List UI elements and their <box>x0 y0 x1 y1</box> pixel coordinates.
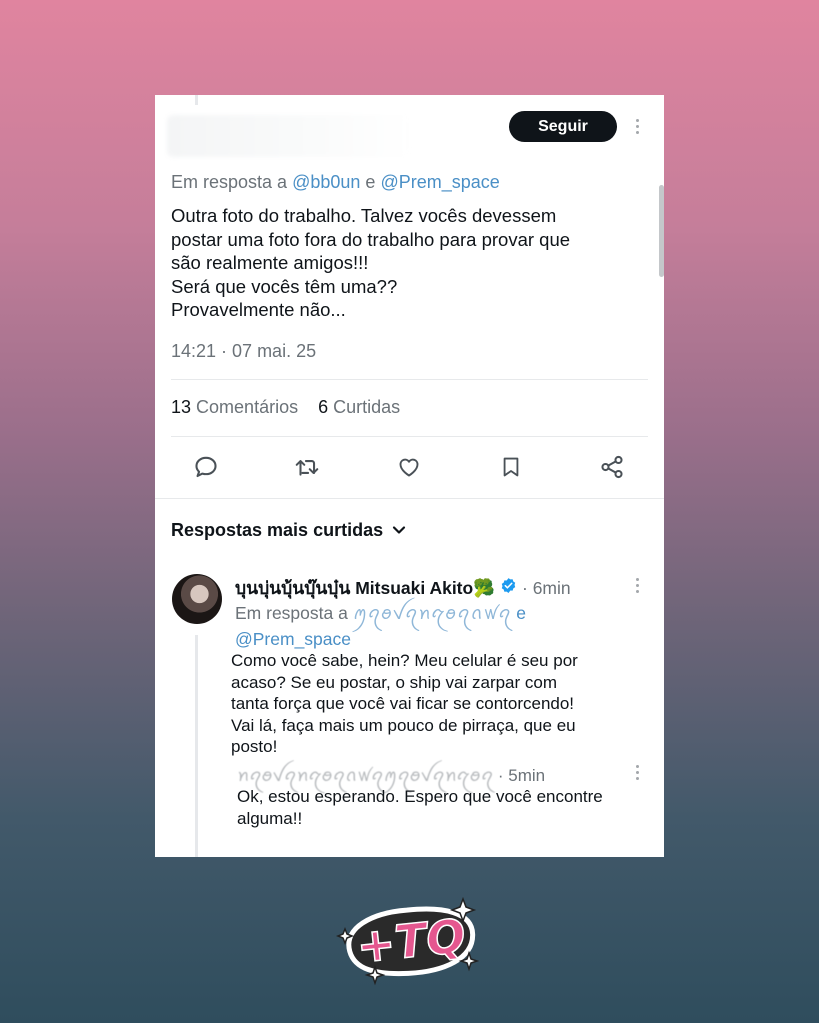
divider <box>155 498 664 499</box>
blurred-author[interactable]: ꪀꪖꪮꪜꪖꪀꪋꪮꪖꪒꪝꪖꪑꪖꪮꪜꪖꪀꪋꪮꪖ <box>237 766 494 785</box>
comment-icon[interactable] <box>191 452 221 482</box>
mention-link[interactable]: @Prem_space <box>235 629 351 649</box>
share-icon[interactable] <box>597 452 627 482</box>
chevron-down-icon <box>391 520 407 541</box>
tweet-stats: 13 Comentários 6 Curtidas <box>171 397 400 418</box>
divider <box>171 379 648 380</box>
reply-prefix: Em resposta a <box>235 603 348 623</box>
more-options-icon[interactable] <box>636 765 640 780</box>
scrollbar[interactable] <box>659 185 664 277</box>
reply-time: · 6min <box>522 577 571 598</box>
mention-link[interactable]: @bb0un <box>292 172 360 192</box>
bookmark-icon[interactable] <box>496 452 526 482</box>
mention-link[interactable]: @Prem_space <box>380 172 499 192</box>
logo-text: +TQ <box>354 908 468 973</box>
reply-text: Como você sabe, hein? Meu celular é seu … <box>231 651 578 756</box>
comments-stat[interactable]: 13 Comentários <box>171 397 298 417</box>
tq-logo: +TQ <box>335 896 480 986</box>
tweet-text: Outra foto do trabalho. Talvez vocês dev… <box>171 205 571 320</box>
divider <box>171 436 648 437</box>
likes-stat[interactable]: 6 Curtidas <box>318 397 400 417</box>
section-title: Respostas mais curtidas <box>171 520 384 540</box>
sub-reply-text: Ok, estou esperando. Espero que você enc… <box>237 787 603 828</box>
replying-to: Em resposta a @bb0un e @Prem_space <box>171 172 500 193</box>
blurred-mention[interactable]: ꪑꪖꪮꪜꪖꪀꪋꪮꪖꪒꪝꪖ <box>353 603 512 623</box>
replies-sort-toggle[interactable]: Respostas mais curtidas <box>171 520 407 541</box>
reply-prefix: Em resposta a <box>171 172 288 192</box>
tweet-timestamp[interactable]: 14:21 · 07 mai. 25 <box>171 341 316 362</box>
retweet-icon[interactable] <box>292 452 322 482</box>
thread-line <box>195 635 198 857</box>
more-options-icon[interactable] <box>636 578 640 593</box>
conjunction: e <box>365 172 376 192</box>
verified-badge-icon <box>500 577 517 599</box>
blurred-author-header <box>167 115 412 157</box>
follow-button[interactable]: Seguir <box>509 111 617 142</box>
reply-header: บุนบุ่นบุ้นบุ๊นบุ๋น Mitsuaki Akito🥦 · 6m… <box>235 574 571 602</box>
conjunction: e <box>516 603 526 623</box>
avatar[interactable] <box>172 574 222 624</box>
reply-replying-to: Em resposta a ꪑꪖꪮꪜꪖꪀꪋꪮꪖꪒꪝꪖ e @Prem_space <box>235 600 615 652</box>
reply-author[interactable]: บุนบุ่นบุ้นบุ๊นบุ๋น Mitsuaki Akito🥦 <box>235 574 495 602</box>
tweet-card: Seguir Em resposta a @bb0un e @Prem_spac… <box>155 95 664 857</box>
heart-icon[interactable] <box>394 452 424 482</box>
more-options-icon[interactable] <box>636 119 640 134</box>
thread-line <box>195 95 198 105</box>
sub-reply-time: · 5min <box>497 766 546 785</box>
